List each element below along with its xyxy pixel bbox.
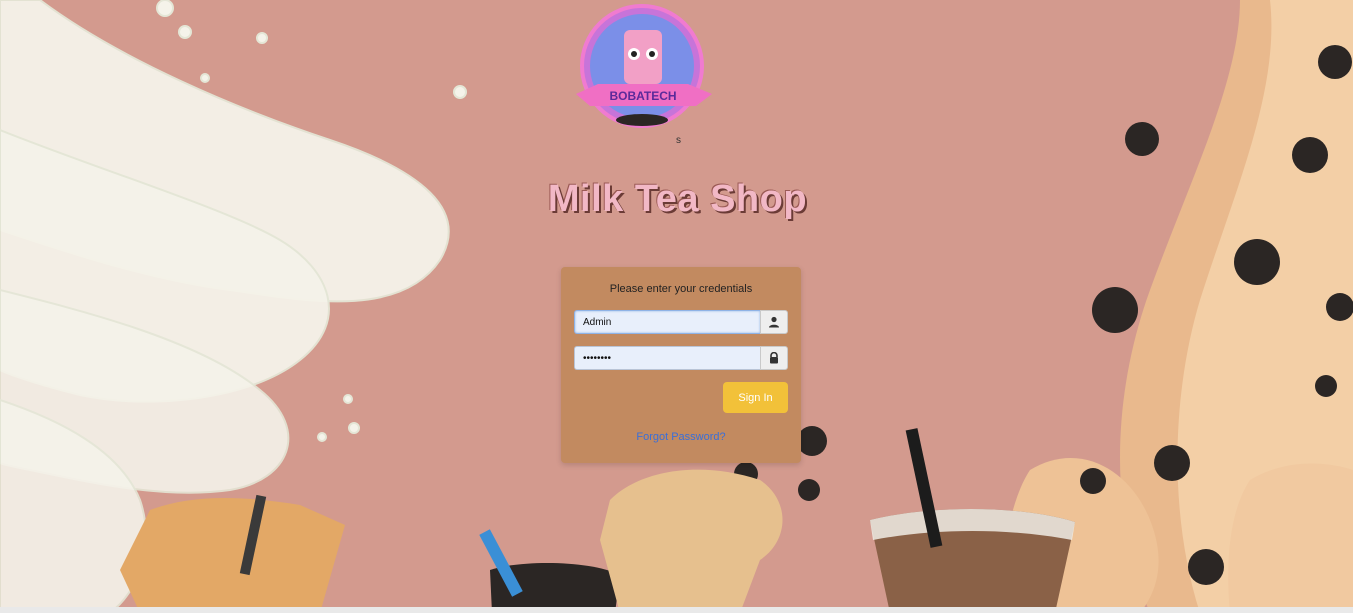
password-input[interactable] xyxy=(574,346,760,370)
lock-icon xyxy=(760,346,788,370)
sign-in-button[interactable]: Sign In xyxy=(723,382,788,413)
credentials-prompt: Please enter your credentials xyxy=(609,283,753,295)
password-field-group xyxy=(574,346,788,370)
logo-caption: s xyxy=(676,135,681,146)
window-bottom-border xyxy=(0,607,1353,613)
user-icon xyxy=(760,310,788,334)
forgot-password-link[interactable]: Forgot Password? xyxy=(561,431,801,443)
logo-text: BOBATECH xyxy=(609,89,676,103)
username-input[interactable] xyxy=(574,310,760,334)
bobatech-logo: BOBATECH xyxy=(576,4,712,128)
username-field-group xyxy=(574,310,788,334)
page-title-text: Milk Tea Shop xyxy=(547,178,808,220)
login-card: Please enter your credentials Sign In Fo… xyxy=(561,267,801,463)
page-title: Milk Tea Shop xyxy=(0,178,1353,221)
